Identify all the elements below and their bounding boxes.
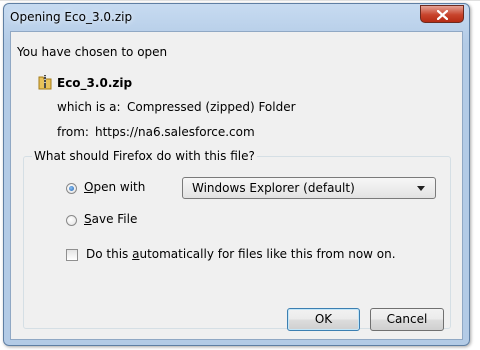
ok-button[interactable]: OK <box>287 308 360 331</box>
save-file-mnemonic: S <box>84 212 92 226</box>
auto-action-after: utomatically for files like this from no… <box>139 247 396 261</box>
save-file-label-rest: ave File <box>91 212 138 226</box>
auto-action-before: Do this <box>86 247 133 261</box>
close-button[interactable] <box>420 5 464 23</box>
intro-text: You have chosen to open <box>17 45 168 59</box>
file-source-value: https://na6.salesforce.com <box>95 125 255 139</box>
zip-folder-icon <box>38 75 52 90</box>
save-file-radio[interactable] <box>66 215 77 226</box>
close-icon <box>437 10 448 20</box>
dialog-body: You have chosen to open Eco_3.0.zip whic… <box>10 31 463 340</box>
open-with-radio[interactable] <box>66 183 77 194</box>
open-with-label-rest: pen with <box>93 180 146 194</box>
auto-action-checkbox[interactable] <box>66 249 78 261</box>
cancel-button[interactable]: Cancel <box>370 308 444 331</box>
window-title: Opening Eco_3.0.zip <box>10 10 133 24</box>
file-source-label: from: <box>57 125 89 139</box>
action-group: What should Firefox do with this file? O… <box>23 149 451 329</box>
save-file-label[interactable]: Save File <box>84 212 137 226</box>
group-legend: What should Firefox do with this file? <box>32 149 257 163</box>
application-select[interactable]: Windows Explorer (default) <box>182 177 436 199</box>
chevron-down-icon <box>417 186 425 191</box>
open-with-label[interactable]: Open with <box>84 180 145 194</box>
file-type-label: which is a: <box>57 100 121 114</box>
title-bar[interactable]: Opening Eco_3.0.zip <box>4 4 469 32</box>
dialog-window: Opening Eco_3.0.zip You have chosen to o… <box>3 3 470 346</box>
auto-action-label[interactable]: Do this automatically for files like thi… <box>86 247 396 261</box>
file-name: Eco_3.0.zip <box>57 76 133 90</box>
file-type-value: Compressed (zipped) Folder <box>127 100 296 114</box>
application-select-value: Windows Explorer (default) <box>192 181 355 195</box>
